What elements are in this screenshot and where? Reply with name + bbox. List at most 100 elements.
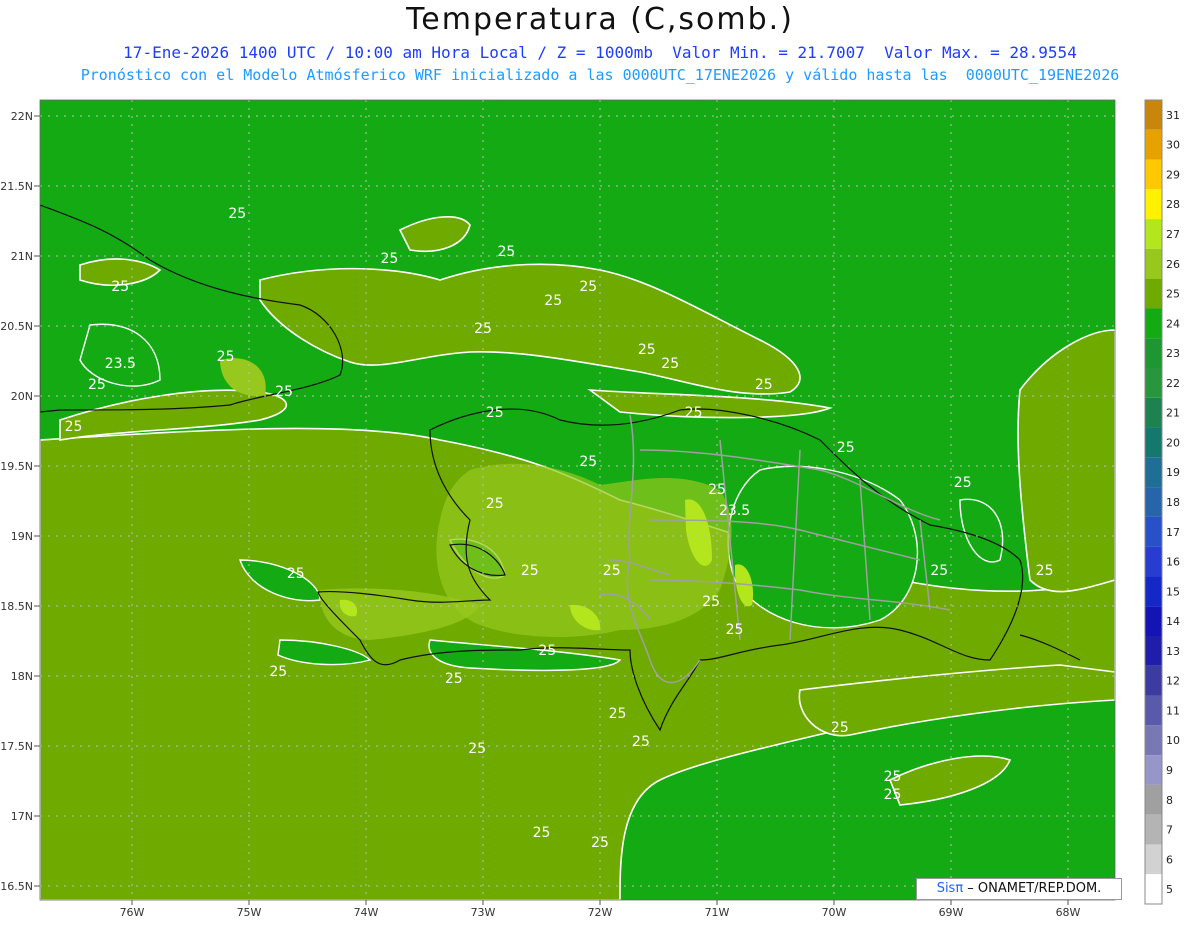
contour-label: 25 — [930, 563, 948, 579]
contour-label: 25 — [661, 356, 679, 372]
colorbar-swatch — [1145, 606, 1162, 636]
colorbar-swatch — [1145, 368, 1162, 398]
colorbar-swatch — [1145, 397, 1162, 428]
credit-text: – ONAMET/REP.DOM. — [963, 881, 1102, 896]
colorbar-label: 16 — [1166, 556, 1180, 569]
lon-tick-label: 75W — [237, 906, 262, 919]
lon-tick-label: 69W — [939, 906, 964, 919]
contour-label: 25 — [544, 293, 562, 309]
lat-tick-label: 17.5N — [0, 740, 33, 753]
contour-label: 25 — [726, 622, 744, 638]
contour-label: 25 — [884, 769, 902, 785]
colorbar-label: 18 — [1166, 496, 1180, 509]
lat-tick-label: 16.5N — [0, 880, 33, 893]
colorbar-label: 20 — [1166, 436, 1180, 449]
colorbar-label: 15 — [1166, 585, 1180, 598]
colorbar-swatch — [1145, 219, 1162, 249]
colorbar-swatch — [1145, 427, 1162, 458]
colorbar-swatch — [1145, 814, 1162, 845]
lon-tick-label: 73W — [471, 906, 496, 919]
contour-label: 25 — [1036, 563, 1054, 579]
temperature-colorbar: 31 30 29 28 27 26 25 24 23 22 21 20 19 18 17 16 15 14 13 12… — [1144, 99, 1180, 905]
contour-label: 25 — [533, 825, 551, 841]
sispi-logo-text: Sis — [936, 881, 956, 896]
contour-label: 23.5 — [105, 356, 136, 372]
lat-tick-label: 18N — [11, 670, 33, 683]
colorbar-label: 14 — [1166, 615, 1180, 628]
colorbar-label: 26 — [1166, 258, 1180, 271]
contour-label: 25 — [755, 377, 773, 393]
contour-label: 25 — [287, 566, 305, 582]
lat-tick-label: 22N — [11, 110, 33, 123]
contour-label: 25 — [380, 251, 398, 267]
colorbar-label: 12 — [1166, 675, 1180, 688]
lon-tick-label: 74W — [354, 906, 379, 919]
colorbar-swatch — [1145, 874, 1162, 904]
contour-label: 25 — [831, 720, 849, 736]
contour-label: 25 — [474, 321, 492, 337]
colorbar-label: 5 — [1166, 883, 1173, 896]
colorbar-label: 13 — [1166, 645, 1180, 658]
credit-box: Sisπ – ONAMET/REP.DOM. — [916, 878, 1122, 900]
contour-label: 25 — [591, 835, 609, 851]
contour-label: 25 — [609, 706, 627, 722]
lon-tick-label: 71W — [705, 906, 730, 919]
temperature-map: 25 25 25 25 25 25 25 23.5 25 25 25 25 25 25 25 25 25 25 25… — [0, 99, 1180, 919]
lon-tick-label: 76W — [120, 906, 145, 919]
contour-label: 25 — [579, 454, 597, 470]
colorbar-label: 28 — [1166, 198, 1180, 211]
subtitle-model-info: Pronóstico con el Modelo Atmósferico WRF… — [80, 66, 1120, 84]
contour-label: 25 — [538, 643, 556, 659]
contour-label: 25 — [111, 279, 129, 295]
colorbar-swatch — [1145, 100, 1162, 130]
lat-tick-label: 18.5N — [0, 600, 33, 613]
lon-tick-label: 70W — [822, 906, 847, 919]
colorbar-swatch — [1145, 665, 1162, 696]
colorbar-label: 24 — [1166, 317, 1180, 330]
colorbar-swatch — [1145, 725, 1162, 756]
lat-tick-label: 20.5N — [0, 320, 33, 333]
colorbar-swatch — [1145, 159, 1162, 190]
contour-label: 25 — [638, 342, 656, 358]
colorbar-swatch — [1145, 487, 1162, 517]
colorbar-label: 21 — [1166, 407, 1180, 420]
colorbar-label: 6 — [1166, 853, 1173, 866]
colorbar-label: 9 — [1166, 764, 1173, 777]
colorbar-label: 8 — [1166, 794, 1173, 807]
colorbar-label: 27 — [1166, 228, 1180, 241]
lat-tick-label: 19N — [11, 530, 33, 543]
colorbar-label: 10 — [1166, 734, 1180, 747]
subtitle-date-values: 17-Ene-2026 1400 UTC / 10:00 am Hora Loc… — [123, 43, 1077, 62]
colorbar-label: 17 — [1166, 526, 1180, 539]
colorbar-swatch — [1145, 457, 1162, 488]
contour-label: 25 — [603, 563, 621, 579]
lon-tick-label: 68W — [1056, 906, 1081, 919]
colorbar-label: 7 — [1166, 824, 1173, 837]
contour-label: 25 — [217, 349, 235, 365]
colorbar-swatch — [1145, 129, 1162, 160]
latitude-axis: 22N 21.5N 21N 20.5N 20N 19.5N 19N 18.5N 18N 17.5N… — [0, 110, 40, 893]
colorbar-label: 30 — [1166, 139, 1180, 152]
contour-label: 23.5 — [719, 503, 750, 519]
colorbar-swatch — [1145, 784, 1162, 815]
lat-tick-label: 21N — [11, 250, 33, 263]
contour-label: 25 — [269, 664, 287, 680]
colorbar-swatch — [1145, 189, 1162, 220]
contour-label: 25 — [632, 734, 650, 750]
colorbar-label: 22 — [1166, 377, 1180, 390]
colorbar-swatch — [1145, 755, 1162, 785]
colorbar-swatch — [1145, 844, 1162, 875]
colorbar-label: 25 — [1166, 288, 1180, 301]
colorbar-swatch — [1145, 278, 1162, 309]
contour-label: 25 — [228, 206, 246, 222]
lon-tick-label: 72W — [588, 906, 613, 919]
colorbar-swatch — [1145, 695, 1162, 726]
colorbar-swatch — [1145, 248, 1162, 279]
contour-label: 25 — [954, 475, 972, 491]
colorbar-swatch — [1145, 338, 1162, 368]
contour-label: 25 — [486, 496, 504, 512]
colorbar-swatch — [1145, 636, 1162, 666]
colorbar-label: 31 — [1166, 109, 1180, 122]
colorbar-label: 11 — [1166, 704, 1180, 717]
lat-tick-label: 17N — [11, 810, 33, 823]
